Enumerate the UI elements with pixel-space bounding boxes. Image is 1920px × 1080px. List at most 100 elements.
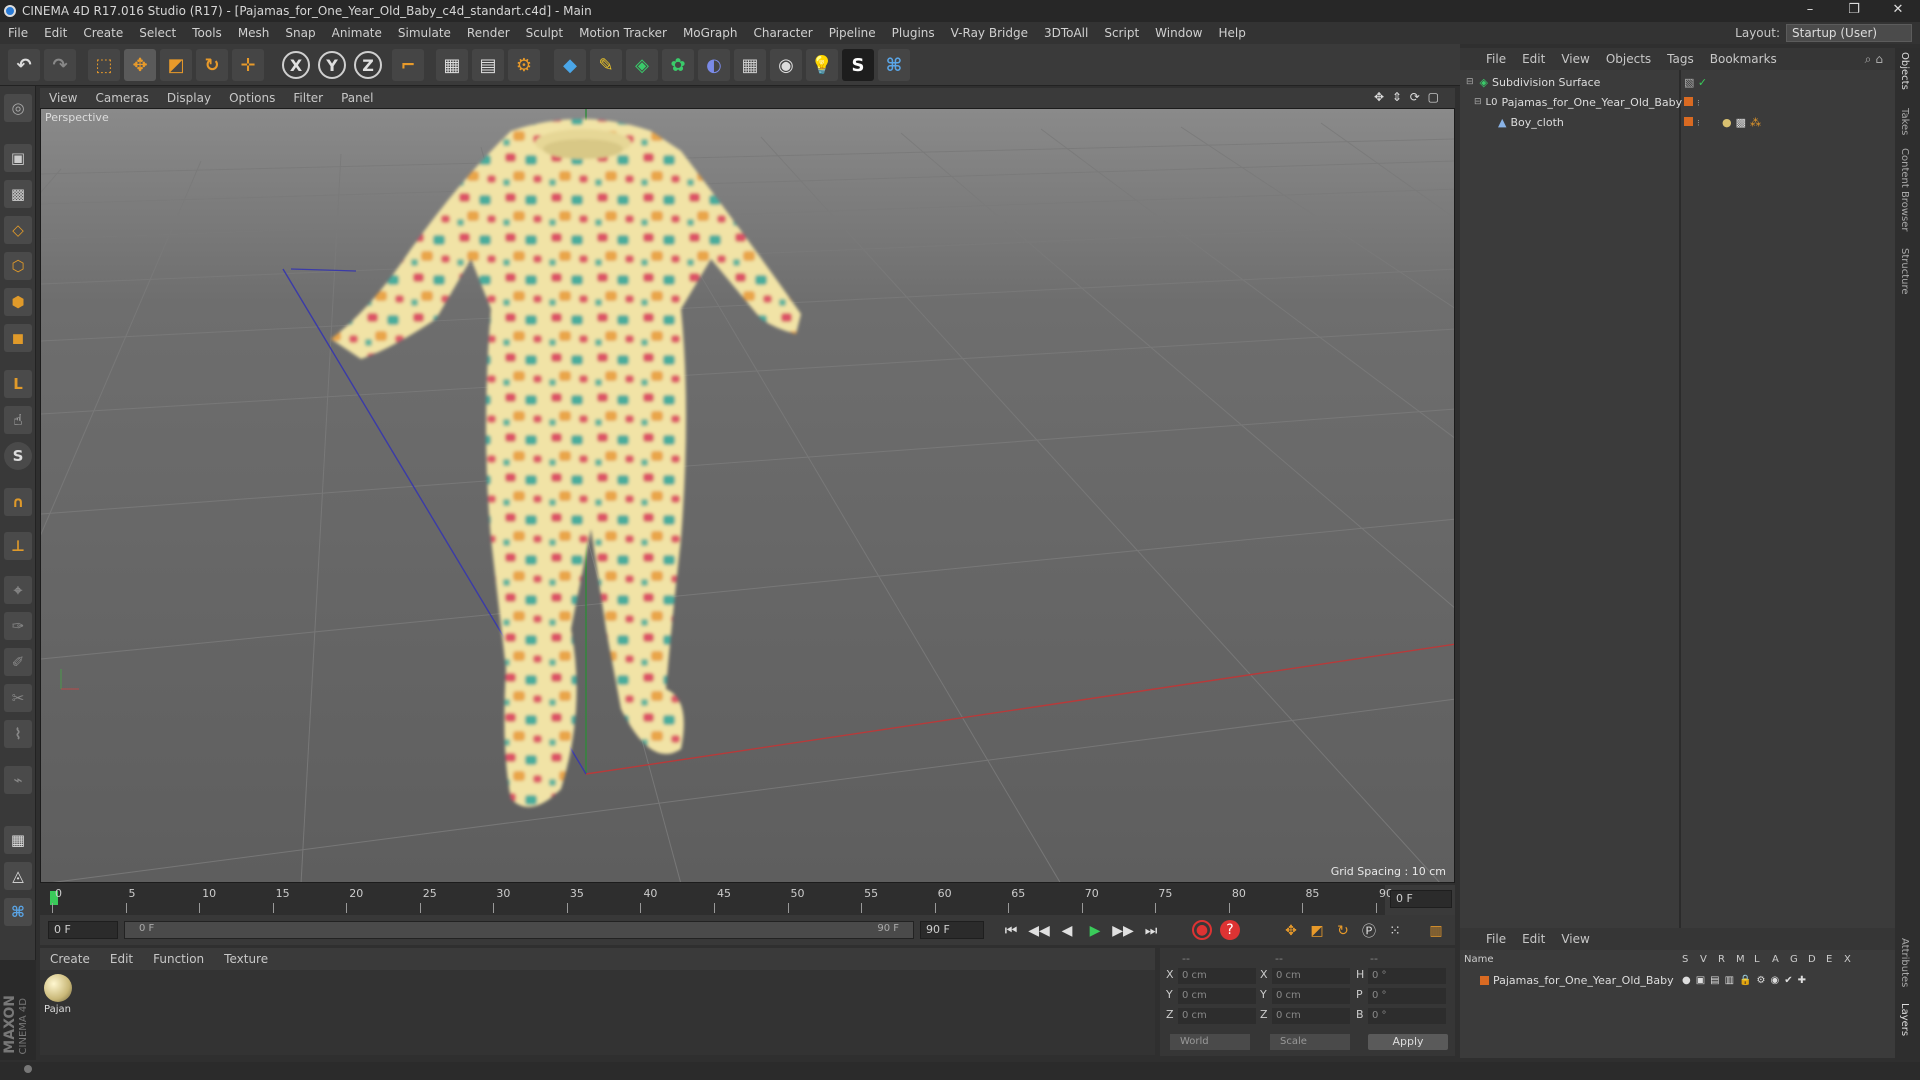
layer-column-header[interactable]: E: [1826, 954, 1832, 965]
layer-column-header[interactable]: V: [1700, 954, 1707, 965]
layer-color-swatch[interactable]: [1480, 975, 1489, 985]
next-frame-icon[interactable]: ▶▶: [1112, 920, 1134, 942]
bridge-icon[interactable]: ⌇: [4, 720, 32, 748]
layout-dropdown[interactable]: Startup (User): [1786, 24, 1912, 42]
extrude-icon[interactable]: ⌁: [4, 766, 32, 794]
current-frame-field[interactable]: 0 F: [1390, 890, 1452, 908]
key-pla-icon[interactable]: ⁙: [1384, 920, 1406, 942]
menu-tools[interactable]: Tools: [184, 26, 230, 40]
tweak-mode-icon[interactable]: ☝: [4, 406, 32, 434]
python-console-icon[interactable]: ⌘: [4, 898, 32, 926]
layer-color-icon[interactable]: ⁝: [1684, 116, 1700, 129]
tab-objects[interactable]: Objects: [1899, 52, 1910, 90]
goto-start-icon[interactable]: ⏮: [1000, 920, 1022, 942]
points-mode-icon[interactable]: ⬡: [4, 252, 32, 280]
workplane-mode-icon[interactable]: ◇: [4, 216, 32, 244]
mat-menu-create[interactable]: Create: [40, 952, 100, 966]
layer-column-header[interactable]: S: [1682, 954, 1688, 965]
pen-spline-icon[interactable]: ✎: [590, 49, 622, 81]
knife-icon[interactable]: ✂: [4, 684, 32, 712]
menu-mograph[interactable]: MoGraph: [675, 26, 746, 40]
snap-icon[interactable]: ⌖: [4, 576, 32, 604]
object-name[interactable]: Subdivision Surface: [1492, 76, 1600, 89]
layer-column-header[interactable]: L: [1754, 954, 1760, 965]
close-icon[interactable]: ✕: [1876, 0, 1920, 22]
layer-column-header[interactable]: X: [1844, 954, 1851, 965]
tab-structure[interactable]: Structure: [1899, 248, 1910, 295]
end-frame-field[interactable]: 90 F: [920, 921, 984, 939]
collapse-icon[interactable]: ⊟: [1474, 97, 1482, 107]
transform-tool-icon[interactable]: ✛: [232, 49, 264, 81]
y-axis-lock-button[interactable]: Y: [318, 51, 346, 79]
coord-rotation-field[interactable]: 0 °: [1368, 1008, 1446, 1024]
visibility-icon[interactable]: ▧ ✓: [1684, 76, 1707, 89]
solo-mode-icon[interactable]: S: [4, 442, 32, 470]
layer-column-header[interactable]: D: [1808, 954, 1816, 965]
object-name[interactable]: Boy_cloth: [1510, 116, 1563, 129]
rotate-tool-icon[interactable]: ↻: [196, 49, 228, 81]
layer-column-header[interactable]: M: [1736, 954, 1745, 965]
viewport-nav-icons[interactable]: ✥ ⇕ ⟳ ▢: [1374, 90, 1441, 104]
menu-animate[interactable]: Animate: [324, 26, 390, 40]
deformer-icon[interactable]: ◐: [698, 49, 730, 81]
layer-column-header[interactable]: A: [1772, 954, 1779, 965]
vp-menu-display[interactable]: Display: [158, 91, 220, 105]
play-icon[interactable]: ▶: [1084, 920, 1106, 942]
coord-position-field[interactable]: 0 cm: [1178, 1008, 1256, 1024]
menu-file[interactable]: File: [0, 26, 36, 40]
menu-snap[interactable]: Snap: [277, 26, 323, 40]
axis-mode-icon[interactable]: L: [4, 370, 32, 398]
key-scale-icon[interactable]: ◩: [1306, 920, 1328, 942]
menu-motion-tracker[interactable]: Motion Tracker: [571, 26, 675, 40]
redo-icon[interactable]: ↷: [44, 49, 76, 81]
menu-render[interactable]: Render: [459, 26, 518, 40]
mat-menu-edit[interactable]: Edit: [100, 952, 143, 966]
coordinate-system-icon[interactable]: ⌐: [392, 49, 424, 81]
menu-script[interactable]: Script: [1096, 26, 1147, 40]
material-swatch[interactable]: Pajan: [44, 974, 74, 1022]
coord-rotation-field[interactable]: 0 °: [1368, 988, 1446, 1004]
menu-select[interactable]: Select: [131, 26, 184, 40]
workplane-icon[interactable]: ⊥: [4, 532, 32, 560]
tab-attributes[interactable]: Attributes: [1899, 938, 1910, 987]
autokey-icon[interactable]: ?: [1220, 920, 1240, 940]
menu-sculpt[interactable]: Sculpt: [518, 26, 571, 40]
record-icon[interactable]: ●: [1192, 920, 1212, 940]
key-param-icon[interactable]: Ⓟ: [1358, 920, 1380, 942]
menu-plugins[interactable]: Plugins: [884, 26, 943, 40]
vp-menu-options[interactable]: Options: [220, 91, 284, 105]
prev-frame-icon[interactable]: ◀: [1056, 920, 1078, 942]
menu-character[interactable]: Character: [745, 26, 820, 40]
menu-pipeline[interactable]: Pipeline: [821, 26, 884, 40]
key-position-icon[interactable]: ✥: [1280, 920, 1302, 942]
sketch-toon-icon[interactable]: S: [842, 49, 874, 81]
menu-mesh[interactable]: Mesh: [230, 26, 278, 40]
cube-object-icon[interactable]: ◆: [554, 49, 586, 81]
edges-mode-icon[interactable]: ⬢: [4, 288, 32, 316]
grid-icon[interactable]: ▦: [4, 826, 32, 854]
layer-color-icon[interactable]: ⁝: [1684, 96, 1700, 109]
frame-range-slider[interactable]: 0 F 90 F: [124, 921, 914, 939]
object-row[interactable]: ⊟ ◈ Subdivision Surface ▧ ✓: [1460, 72, 1895, 92]
scale-tool-icon[interactable]: ◩: [160, 49, 192, 81]
tab-layers[interactable]: Layers: [1899, 1003, 1910, 1036]
z-axis-lock-button[interactable]: Z: [354, 51, 382, 79]
object-row[interactable]: ⊟ L0 Pajamas_for_One_Year_Old_Baby ⁝: [1460, 92, 1895, 112]
render-view-icon[interactable]: ▦: [436, 49, 468, 81]
live-selection-icon[interactable]: ⬚: [88, 49, 120, 81]
tab-takes[interactable]: Takes: [1899, 108, 1910, 135]
coord-size-field[interactable]: 0 cm: [1272, 1008, 1350, 1024]
mograph-cloner-icon[interactable]: ✿: [662, 49, 694, 81]
goto-end-icon[interactable]: ⏭: [1140, 920, 1162, 942]
size-mode-dropdown[interactable]: Scale: [1270, 1034, 1350, 1050]
light-object-icon[interactable]: 💡: [806, 49, 838, 81]
restore-icon[interactable]: ❐: [1832, 0, 1876, 22]
layer-column-header[interactable]: Name: [1464, 954, 1494, 965]
menu-create[interactable]: Create: [75, 26, 131, 40]
menu-edit[interactable]: Edit: [36, 26, 75, 40]
subdivision-surface-icon[interactable]: ◈: [626, 49, 658, 81]
start-frame-field[interactable]: 0 F: [48, 921, 118, 939]
sculpt-icon[interactable]: ✐: [4, 648, 32, 676]
vp-menu-cameras[interactable]: Cameras: [86, 91, 157, 105]
coord-size-field[interactable]: 0 cm: [1272, 968, 1350, 984]
